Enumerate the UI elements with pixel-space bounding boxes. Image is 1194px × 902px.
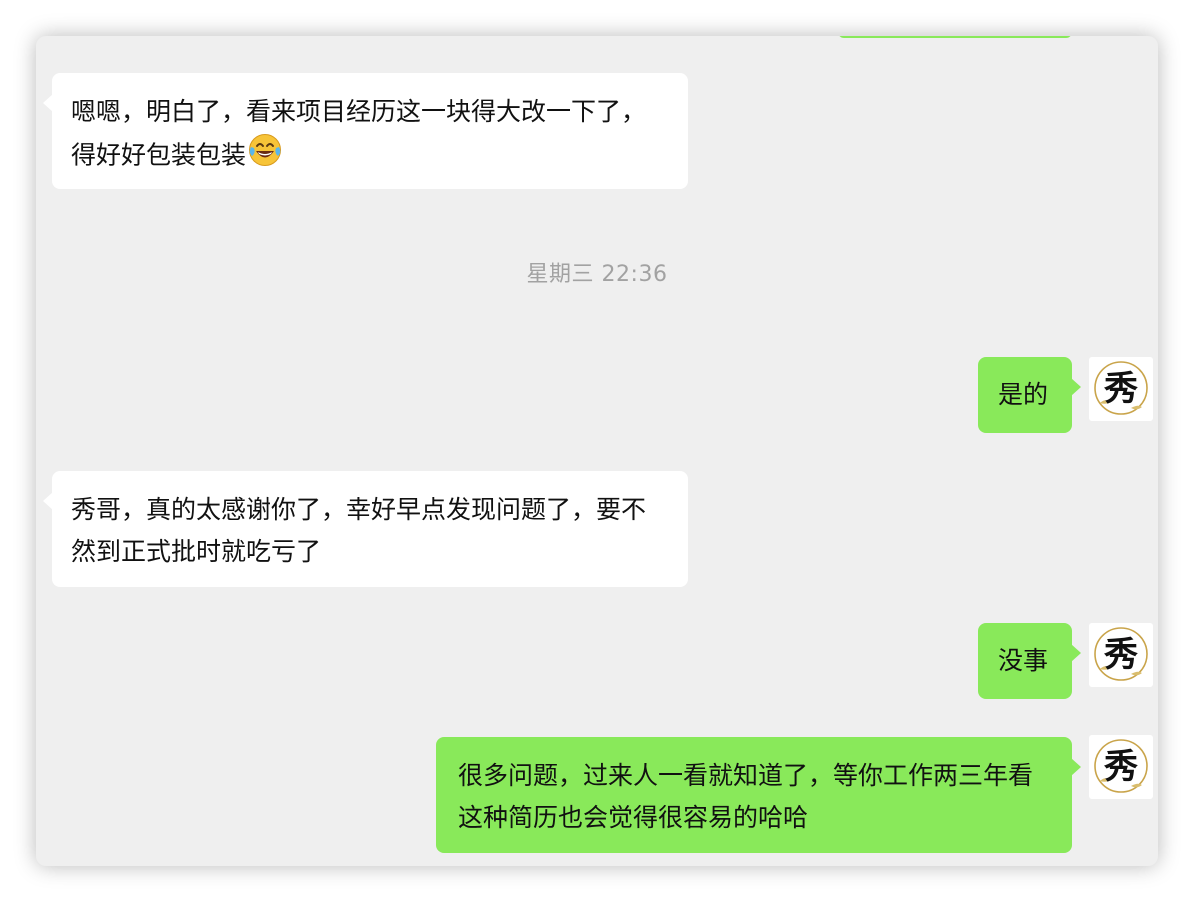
- message-bubble-outgoing[interactable]: 是的: [978, 357, 1081, 433]
- message-bubble-outgoing[interactable]: 没事: [978, 623, 1081, 699]
- message-text: 很多问题，过来人一看就知道了，等你工作两三年看这种简历也会觉得很容易的哈哈: [458, 761, 1034, 832]
- message-text: 是的: [998, 380, 1049, 409]
- face-with-tears-of-joy-icon: [248, 133, 282, 180]
- message-text: 没事: [998, 646, 1049, 675]
- svg-text:秀: 秀: [1103, 635, 1138, 675]
- message-text: 嗯嗯，明白了，看来项目经历这一块得大改一下了，得好好包装包装: [71, 97, 647, 170]
- message-bubble-incoming[interactable]: 嗯嗯，明白了，看来项目经历这一块得大改一下了，得好好包装包装: [43, 73, 688, 189]
- message-bubble-incoming[interactable]: 秀哥，真的太感谢你了，幸好早点发现问题了，要不然到正式批时就吃亏了: [43, 471, 688, 587]
- chat-window: 嗯嗯，明白了，看来项目经历这一块得大改一下了，得好好包装包装 星期三 22:36…: [36, 36, 1158, 866]
- message-bubble-outgoing[interactable]: 很多问题，过来人一看就知道了，等你工作两三年看这种简历也会觉得很容易的哈哈: [436, 737, 1081, 853]
- svg-text:秀: 秀: [1103, 747, 1138, 787]
- calligraphy-avatar-icon[interactable]: 秀: [1089, 357, 1153, 421]
- message-timestamp: 星期三 22:36: [526, 262, 668, 287]
- svg-text:秀: 秀: [1103, 369, 1138, 409]
- calligraphy-avatar-icon[interactable]: 秀: [1089, 735, 1153, 799]
- calligraphy-avatar-icon[interactable]: 秀: [1089, 623, 1153, 687]
- message-text: 秀哥，真的太感谢你了，幸好早点发现问题了，要不然到正式批时就吃亏了: [71, 495, 647, 566]
- previous-message-bubble-edge: [838, 36, 1072, 38]
